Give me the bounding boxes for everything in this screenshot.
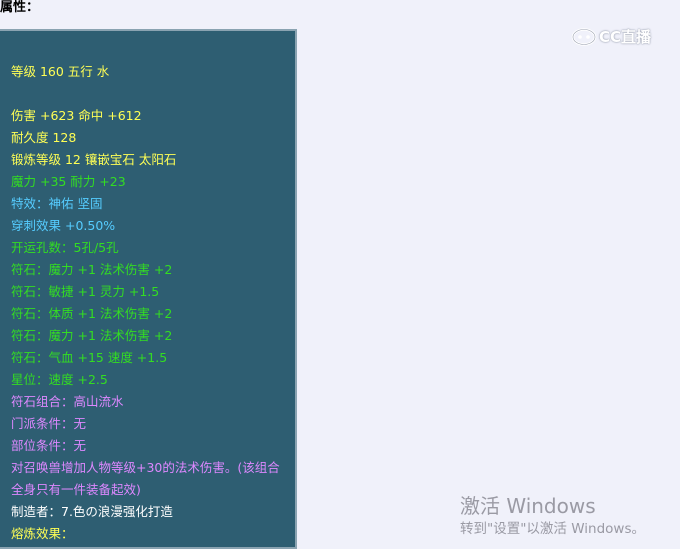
smelting-effect-line: 熔炼效果： [11, 526, 74, 541]
special-effect-line: 特效：神佑 坚固 [11, 196, 103, 211]
activation-title: 激活 Windows [460, 494, 596, 518]
level-element-line: 等级 160 五行 水 [11, 64, 110, 79]
item-tooltip-panel: 等级 160 五行 水 伤害 +623 命中 +612 耐久度 128 锻炼等级… [0, 29, 297, 549]
cc-live-watermark: CC直播 [571, 25, 651, 47]
school-condition-line: 门派条件：无 [11, 416, 87, 431]
magic-endurance-line: 魔力 +35 耐力 +23 [11, 174, 126, 189]
windows-activation-notice: 激活 Windows 转到"设置"以激活 Windows。 [460, 494, 645, 538]
cc-logo-icon [571, 28, 597, 46]
watermark-text: CC直播 [599, 27, 652, 46]
pierce-effect-line: 穿刺效果 +0.50% [11, 218, 116, 233]
rune-stone-line-2: 符石：敏捷 +1 灵力 +1.5 [11, 284, 160, 299]
slot-condition-line: 部位条件：无 [11, 438, 87, 453]
damage-hit-line: 伤害 +623 命中 +612 [11, 108, 142, 123]
rune-stone-line-4: 符石：魔力 +1 法术伤害 +2 [11, 328, 173, 343]
activation-subtitle: 转到"设置"以激活 Windows。 [460, 521, 645, 537]
rune-stone-line-5: 符石：气血 +15 速度 +1.5 [11, 350, 168, 365]
rune-stone-line-3: 符石：体质 +1 法术伤害 +2 [11, 306, 173, 321]
socket-count-line: 开运孔数：5孔/5孔 [11, 240, 119, 255]
rune-combo-line: 符石组合：高山流水 [11, 394, 124, 409]
rune-stone-line-1: 符石：魔力 +1 法术伤害 +2 [11, 262, 173, 277]
star-position-line: 星位：速度 +2.5 [11, 372, 108, 387]
combo-description-line: 对召唤兽增加人物等级+30的法术伤害。(该组合全身只有一件装备起效) [11, 460, 280, 497]
maker-line: 制造者：7.色の浪漫强化打造 [11, 504, 173, 519]
attributes-label: 属性： [0, 0, 40, 15]
forge-gem-line: 锻炼等级 12 镶嵌宝石 太阳石 [11, 152, 177, 167]
durability-line: 耐久度 128 [11, 130, 77, 145]
